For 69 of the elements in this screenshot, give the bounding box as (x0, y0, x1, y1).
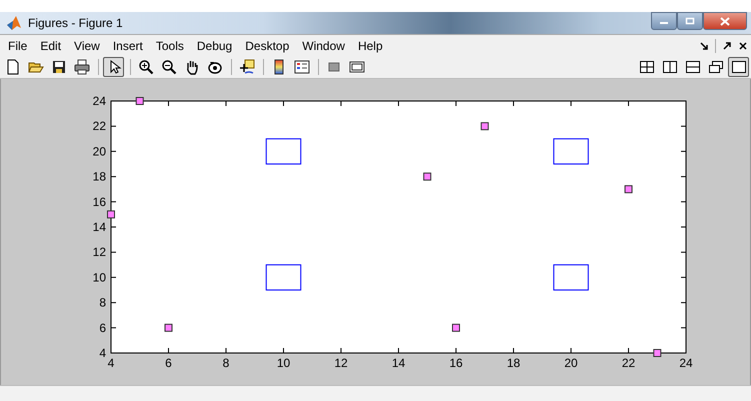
y-tick-label: 6 (99, 320, 106, 335)
menu-item[interactable]: Desktop (245, 38, 290, 52)
menu-item[interactable]: View (74, 38, 100, 52)
square-marker (164, 324, 172, 332)
x-tick-label: 12 (334, 356, 348, 370)
close-button[interactable] (703, 12, 747, 30)
y-tick-label: 16 (92, 194, 106, 209)
menu-item[interactable]: File (8, 38, 28, 52)
y-tick-label: 4 (99, 346, 106, 360)
close-icon (720, 16, 730, 26)
menu-item[interactable]: Window (302, 38, 345, 52)
rotate-icon (206, 59, 222, 75)
app-logo-icon (6, 15, 22, 31)
minimize-button[interactable] (651, 12, 677, 30)
rectangle-outline (553, 138, 589, 164)
maximize-button[interactable] (677, 12, 703, 30)
menu-item[interactable]: Debug (196, 38, 232, 52)
new-file-icon (4, 59, 20, 75)
x-tick-label: 24 (679, 356, 693, 370)
square-marker (107, 210, 115, 218)
x-tick-label: 20 (564, 356, 578, 370)
menu-item[interactable]: Help (358, 38, 383, 52)
y-tick-label: 20 (92, 144, 106, 158)
square-marker (653, 349, 662, 357)
legend-icon (294, 59, 310, 75)
y-tick-label: 18 (92, 170, 106, 184)
zoom-out-icon (160, 59, 176, 75)
rectangle-outline (266, 138, 302, 164)
save-icon (50, 59, 66, 75)
menu-item[interactable]: Tools (156, 38, 184, 52)
rows-layout-icon (684, 59, 700, 75)
x-tick-label: 8 (222, 356, 230, 370)
square-marker (624, 185, 632, 194)
x-tick-label: 6 (165, 356, 172, 370)
dock-arrow-icon[interactable] (699, 40, 709, 50)
pointer-button[interactable] (103, 57, 124, 77)
x-tick-label: 10 (276, 356, 290, 370)
zoom-in-icon (138, 59, 154, 75)
undock-arrow-icon[interactable] (722, 40, 732, 50)
single-layout-icon (730, 59, 746, 75)
square-marker (423, 172, 432, 181)
window-title: Figures - Figure 1 (28, 16, 123, 30)
y-tick-label: 22 (92, 119, 106, 134)
square-marker (136, 97, 144, 105)
y-tick-label: 12 (92, 245, 106, 260)
y-tick-label: 14 (92, 220, 106, 234)
maximize-icon (685, 17, 695, 25)
columns-layout-icon (662, 59, 678, 75)
y-tick-label: 8 (99, 296, 106, 310)
y-tick-label: 10 (92, 270, 106, 284)
data-cursor-icon (238, 59, 254, 75)
x-tick-label: 4 (108, 356, 114, 370)
print-icon (74, 59, 90, 75)
x-tick-label: 16 (449, 356, 463, 370)
single-layout-button[interactable] (728, 57, 749, 77)
show-tools-icon (348, 59, 364, 75)
rectangle-outline (553, 264, 589, 290)
y-tick-label: 24 (92, 94, 106, 108)
rectangle-outline (266, 264, 302, 290)
x-tick-label: 18 (506, 356, 520, 370)
x-tick-label: 14 (392, 356, 406, 370)
close-icon[interactable] (738, 40, 748, 50)
square-marker (480, 122, 489, 130)
square-marker (452, 324, 460, 332)
grid-layout-icon (638, 59, 654, 75)
menu-item[interactable]: Insert (112, 38, 143, 52)
float-layout-icon (708, 59, 724, 75)
menu-item[interactable]: Edit (40, 38, 62, 52)
x-tick-label: 22 (622, 356, 636, 370)
